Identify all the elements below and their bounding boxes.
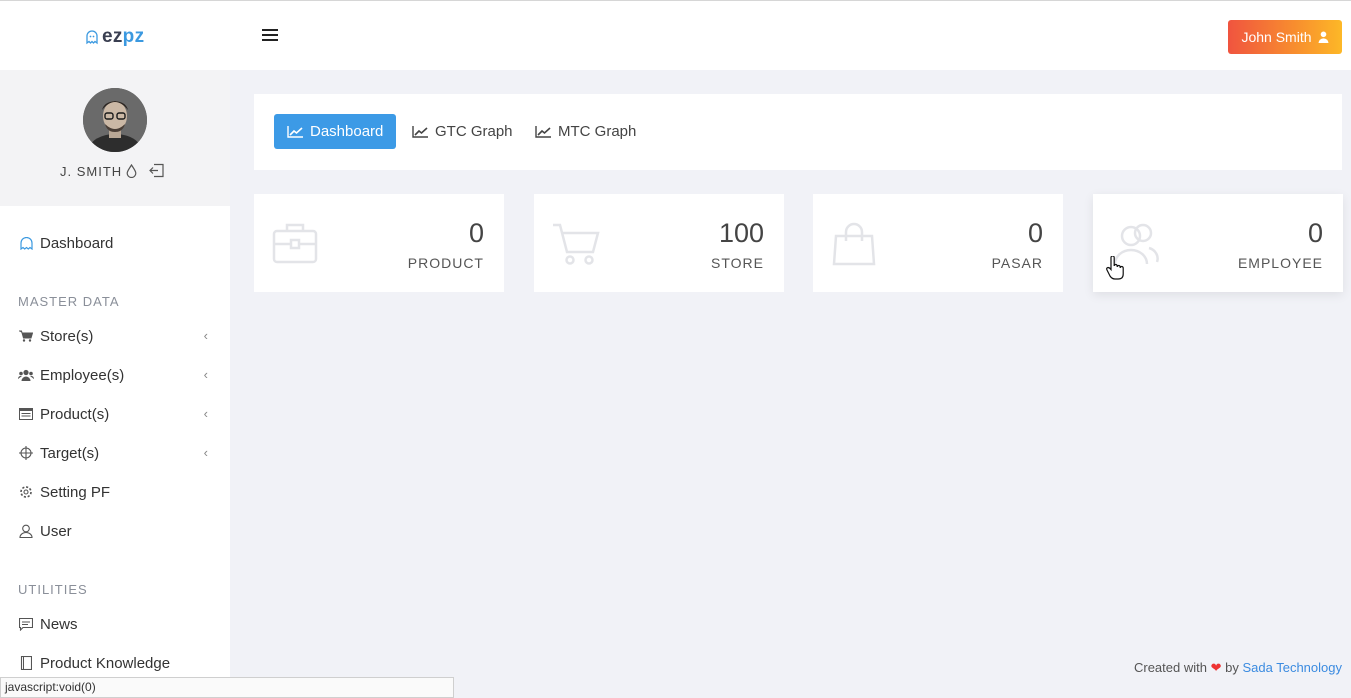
- profile-name: J. SMITH: [60, 164, 123, 179]
- chevron-left-icon: ‹: [203, 367, 208, 382]
- user-icon: [1318, 31, 1329, 43]
- heart-icon: ❤: [1210, 660, 1222, 675]
- user-menu-label: John Smith: [1241, 29, 1312, 45]
- news-icon: [18, 616, 34, 632]
- sidebar-item-label: Employee(s): [40, 366, 125, 384]
- brand-logo[interactable]: ezpz: [85, 26, 144, 48]
- user-menu-button[interactable]: John Smith: [1228, 20, 1342, 54]
- sidebar-item-label: Product(s): [40, 405, 110, 423]
- sidebar-item-stores[interactable]: Store(s) ‹: [18, 324, 218, 348]
- tab-gtc-graph[interactable]: GTC Graph: [399, 114, 526, 149]
- sidebar-item-label: User: [40, 522, 72, 540]
- section-title-utilities: UTILITIES: [18, 582, 88, 597]
- dashboard-icon: [18, 235, 34, 251]
- sidebar-item-dashboard[interactable]: Dashboard: [18, 231, 218, 255]
- footer-by: by: [1225, 660, 1239, 675]
- sidebar-item-label: Product Knowledge: [40, 654, 171, 672]
- sidebar-item-employees[interactable]: Employee(s) ‹: [18, 363, 218, 387]
- list-icon: [18, 406, 34, 422]
- sidebar-item-products[interactable]: Product(s) ‹: [18, 402, 218, 426]
- stat-card-pasar[interactable]: 0 PASAR: [813, 194, 1063, 292]
- stat-value: 100: [718, 218, 764, 248]
- top-bar: ezpz John Smith: [0, 0, 1351, 70]
- bag-icon: [832, 222, 876, 266]
- sidebar-item-targets[interactable]: Target(s) ‹: [18, 441, 218, 465]
- user-icon: [18, 523, 34, 539]
- avatar[interactable]: [83, 88, 147, 152]
- cart-icon: [18, 328, 34, 344]
- stat-caption: EMPLOYEE: [1237, 255, 1323, 271]
- tab-label: GTC Graph: [435, 123, 513, 140]
- stat-card-product[interactable]: 0 PRODUCT: [254, 194, 504, 292]
- briefcase-icon: [272, 223, 318, 264]
- tab-dashboard[interactable]: Dashboard: [274, 114, 397, 149]
- footer-prefix: Created with: [1133, 660, 1207, 675]
- book-icon: [18, 655, 34, 671]
- sidebar: J. SMITH Dashboard MASTER DATA Store(s) …: [0, 70, 230, 698]
- hand-cursor-icon: [1106, 256, 1124, 280]
- stat-caption: PASAR: [991, 255, 1043, 271]
- cart-icon: [553, 223, 600, 265]
- sidebar-item-label: News: [40, 615, 78, 633]
- gear-icon: [18, 484, 34, 500]
- tab-label: MTC Graph: [558, 123, 637, 140]
- stat-card-employee[interactable]: 0 EMPLOYEE: [1093, 194, 1343, 292]
- stat-value: 0: [1307, 218, 1323, 248]
- users-icon: [18, 367, 34, 383]
- crosshair-icon: [18, 445, 34, 461]
- status-url-bar: javascript:void(0): [0, 677, 454, 698]
- stat-caption: STORE: [711, 255, 764, 271]
- footer: Created with ❤ by Sada Technology: [1134, 660, 1342, 676]
- tab-label: Dashboard: [310, 123, 384, 140]
- tabs-card: Dashboard GTC Graph MTC Graph: [254, 94, 1342, 170]
- stat-value: 0: [468, 218, 484, 248]
- sidebar-item-setting-pf[interactable]: Setting PF: [18, 480, 218, 504]
- sidebar-item-label: Dashboard: [40, 234, 114, 252]
- section-title-master-data: MASTER DATA: [18, 294, 120, 309]
- sidebar-item-news[interactable]: News: [18, 612, 218, 636]
- sidebar-item-label: Target(s): [40, 444, 100, 462]
- stat-caption: PRODUCT: [407, 255, 484, 271]
- tab-mtc-graph[interactable]: MTC Graph: [522, 114, 649, 149]
- chevron-left-icon: ‹: [203, 328, 208, 343]
- menu-toggle-icon[interactable]: [262, 29, 278, 43]
- sidebar-item-product-knowledge[interactable]: Product Knowledge: [18, 651, 218, 675]
- line-chart-icon: [535, 125, 551, 138]
- brand-name: ezpz: [102, 26, 145, 47]
- footer-company-link[interactable]: Sada Technology: [1242, 660, 1342, 675]
- sidebar-item-label: Setting PF: [40, 483, 111, 501]
- stat-card-store[interactable]: 100 STORE: [534, 194, 784, 292]
- sidebar-item-user[interactable]: User: [18, 519, 218, 543]
- sidebar-item-label: Store(s): [40, 327, 94, 345]
- ghost-icon: [86, 29, 98, 44]
- theme-drop-icon[interactable]: [126, 164, 137, 178]
- logout-icon[interactable]: [149, 163, 165, 178]
- profile-panel: J. SMITH: [0, 70, 230, 206]
- chevron-left-icon: ‹: [203, 406, 208, 421]
- line-chart-icon: [287, 125, 303, 138]
- line-chart-icon: [412, 125, 428, 138]
- chevron-left-icon: ‹: [203, 445, 208, 460]
- stat-value: 0: [1027, 218, 1043, 248]
